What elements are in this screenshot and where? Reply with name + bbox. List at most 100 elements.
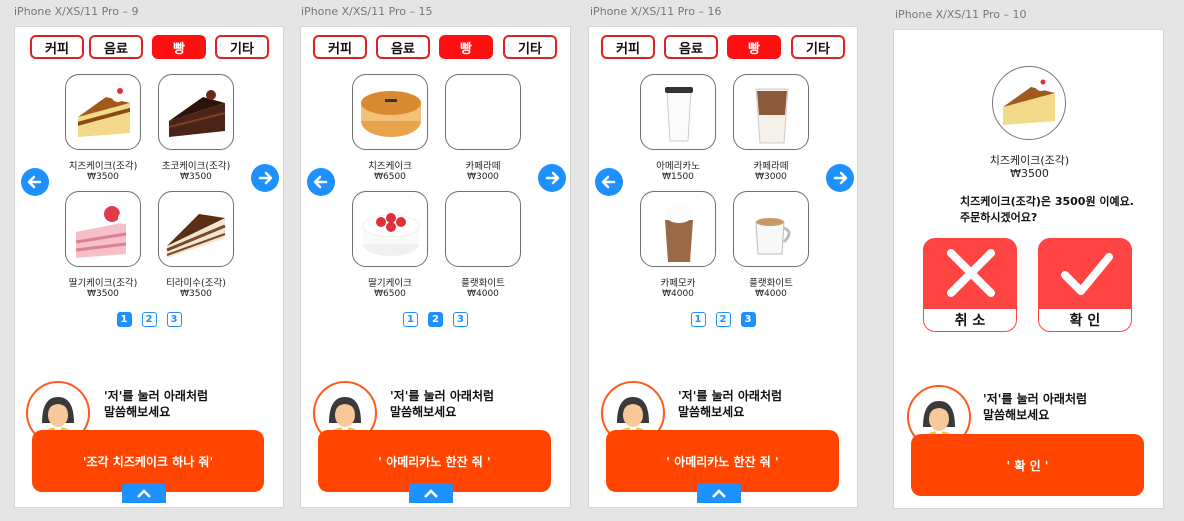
frame-title: iPhone X/XS/11 Pro – 16 xyxy=(590,5,722,18)
product-card-whole-cheesecake[interactable] xyxy=(352,74,428,150)
confirm-screen: 치즈케이크(조각) ₩3500 치즈케이크(조각)은 3500원 이예요. 주문… xyxy=(893,29,1164,509)
product-card-whole-strawberry-cake[interactable] xyxy=(352,191,428,267)
selected-product-price: ₩3500 xyxy=(1010,167,1049,180)
product-price: ₩3500 xyxy=(180,289,212,299)
chocolate-cake-slice-image xyxy=(168,90,226,137)
tab-bread[interactable]: 빵 xyxy=(727,35,781,59)
product-card-strawberry-cake-slice[interactable] xyxy=(65,191,141,267)
tab-coffee[interactable]: 커피 xyxy=(601,35,655,59)
prev-page-button[interactable] xyxy=(595,168,623,196)
product-card-chocolate-cake-slice[interactable] xyxy=(158,74,234,150)
product-name: 티라미수(조각) xyxy=(166,278,226,289)
tab-bread[interactable]: 빵 xyxy=(439,35,493,59)
product-price: ₩3500 xyxy=(180,172,212,182)
page-button-2[interactable]: 2 xyxy=(715,312,731,327)
cheesecake-slice-image xyxy=(1003,79,1055,125)
chevron-up-icon xyxy=(137,489,151,498)
arrow-left-icon xyxy=(313,175,328,189)
page-button-3[interactable]: 3 xyxy=(740,312,756,327)
tab-drink[interactable]: 음료 xyxy=(376,35,430,59)
tab-coffee[interactable]: 커피 xyxy=(313,35,367,59)
frame-title: iPhone X/XS/11 Pro – 10 xyxy=(895,8,1027,21)
product-card-flat-white[interactable] xyxy=(733,191,809,267)
tab-etc[interactable]: 기타 xyxy=(791,35,845,59)
pagination: 1 2 3 xyxy=(15,312,283,327)
prev-page-button[interactable] xyxy=(307,168,335,196)
speech-example: ' 확 인 ' xyxy=(911,434,1144,496)
hint-line-1: '저'를 눌러 아래처럼 xyxy=(104,389,209,403)
kiosk-screen-3: 커피 음료 빵 기타 아메리카노 ₩1500 카페라떼 ₩3000 카페모카 ₩… xyxy=(588,26,858,508)
product-price: ₩4000 xyxy=(755,289,787,299)
page-button-3[interactable]: 3 xyxy=(453,312,468,327)
selected-product-name: 치즈케이크(조각) xyxy=(989,154,1070,167)
product-card-iced-latte[interactable] xyxy=(733,74,809,150)
hint-line-2: 말씀해보세요 xyxy=(678,405,745,419)
strawberry-cake-slice-image xyxy=(75,206,130,258)
kiosk-screen-1: 커피 음료 빵 기타 치즈케이크(조각) ₩3500 초코케이크(조각) ₩35… xyxy=(14,26,284,508)
product-card-cafe-mocha[interactable] xyxy=(640,191,716,267)
page-button-1[interactable]: 1 xyxy=(403,312,418,327)
expand-up-button[interactable] xyxy=(122,483,166,503)
product-card-empty[interactable] xyxy=(445,191,521,267)
next-page-button[interactable] xyxy=(826,164,854,192)
whole-strawberry-cake-image xyxy=(362,213,420,256)
tiramisu-slice-image xyxy=(166,214,226,258)
page-button-1[interactable]: 1 xyxy=(690,312,706,327)
cancel-label: 취 소 xyxy=(924,309,1016,331)
tab-coffee[interactable]: 커피 xyxy=(30,35,84,59)
page-button-3[interactable]: 3 xyxy=(166,312,182,327)
kiosk-screen-2: 커피 음료 빵 기타 치즈케이크 ₩6500 카페라떼 ₩3000 딸기케이크 … xyxy=(300,26,571,508)
page-button-2[interactable]: 2 xyxy=(141,312,157,327)
chevron-up-icon xyxy=(712,489,726,498)
arrow-left-icon xyxy=(601,175,616,189)
iced-latte-image xyxy=(755,88,789,144)
flat-white-image xyxy=(755,218,791,255)
confirm-button[interactable]: 확 인 xyxy=(1038,238,1132,332)
product-card-empty[interactable] xyxy=(445,74,521,150)
tab-bread[interactable]: 빵 xyxy=(152,35,206,59)
prev-page-button[interactable] xyxy=(21,168,49,196)
pagination: 1 2 3 xyxy=(301,312,570,327)
product-name: 플랫화이트 xyxy=(461,278,505,289)
confirm-label: 확 인 xyxy=(1039,309,1131,331)
whole-cheesecake-image xyxy=(361,91,421,137)
frame-title: iPhone X/XS/11 Pro – 9 xyxy=(14,5,139,18)
cancel-button[interactable]: 취 소 xyxy=(923,238,1017,332)
hint-line-2: 말씀해보세요 xyxy=(390,405,457,419)
product-card-cheesecake-slice[interactable] xyxy=(65,74,141,150)
hint-line-1: '저'를 눌러 아래처럼 xyxy=(983,392,1088,406)
tab-drink[interactable]: 음료 xyxy=(664,35,718,59)
next-page-button[interactable] xyxy=(538,164,566,192)
hint-line-2: 말씀해보세요 xyxy=(104,405,171,419)
expand-up-button[interactable] xyxy=(409,483,453,503)
hint-line-1: '저'를 눌러 아래처럼 xyxy=(390,389,495,403)
arrow-left-icon xyxy=(27,175,42,189)
arrow-right-icon xyxy=(545,171,560,185)
frame-title: iPhone X/XS/11 Pro – 15 xyxy=(301,5,433,18)
product-price: ₩3000 xyxy=(755,172,787,182)
product-name: 카페라떼 xyxy=(753,161,789,172)
checkmark-icon xyxy=(1061,253,1113,295)
product-name: 플랫화이트 xyxy=(749,278,793,289)
page-button-1[interactable]: 1 xyxy=(116,312,132,327)
product-name: 초코케이크(조각) xyxy=(161,161,231,172)
hint-line-2: 말씀해보세요 xyxy=(983,408,1050,422)
product-price: ₩4000 xyxy=(467,289,499,299)
confirm-message-line-2: 주문하시겠어요? xyxy=(960,211,1038,224)
product-price: ₩3000 xyxy=(467,172,499,182)
hint-line-1: '저'를 눌러 아래처럼 xyxy=(678,389,783,403)
product-name: 카페라떼 xyxy=(465,161,501,172)
expand-up-button[interactable] xyxy=(697,483,741,503)
product-card-americano[interactable] xyxy=(640,74,716,150)
americano-cup-image xyxy=(665,87,693,142)
product-card-tiramisu-slice[interactable] xyxy=(158,191,234,267)
next-page-button[interactable] xyxy=(251,164,279,192)
cheesecake-slice-image xyxy=(78,88,130,137)
tab-etc[interactable]: 기타 xyxy=(503,35,557,59)
selected-product-image xyxy=(992,66,1066,140)
chevron-up-icon xyxy=(424,489,438,498)
tab-drink[interactable]: 음료 xyxy=(89,35,143,59)
pagination: 1 2 3 xyxy=(589,312,857,327)
tab-etc[interactable]: 기타 xyxy=(215,35,269,59)
page-button-2[interactable]: 2 xyxy=(428,312,443,327)
